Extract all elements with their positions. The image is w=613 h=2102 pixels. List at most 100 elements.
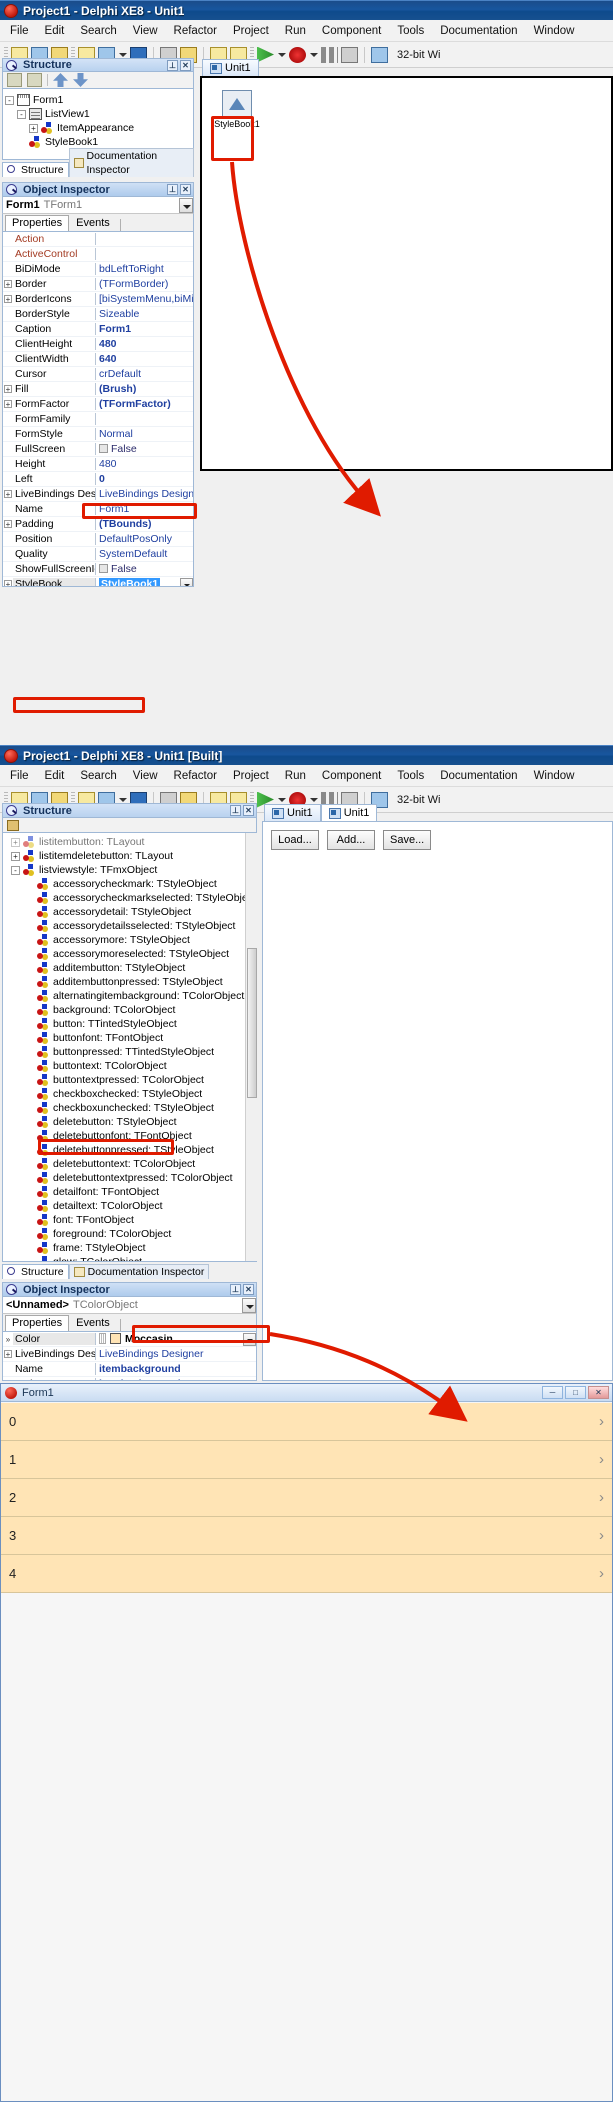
tab-documentation-inspector[interactable]: Documentation Inspector <box>68 148 194 177</box>
menu-tools[interactable]: Tools <box>397 25 424 37</box>
property-row[interactable]: Caption Form1 <box>3 322 193 337</box>
property-value[interactable]: False <box>96 563 193 575</box>
form1-close-button[interactable]: ✕ <box>588 1386 609 1399</box>
checkbox-icon[interactable] <box>99 444 108 453</box>
tab-properties-2[interactable]: Properties <box>5 1315 70 1331</box>
property-value[interactable]: LiveBindings Designer <box>96 488 193 500</box>
oi2-pin-icon[interactable]: ⊥ <box>230 1284 241 1295</box>
menu-window[interactable]: Window <box>534 25 575 37</box>
pin-icon[interactable]: ⊥ <box>167 59 178 71</box>
property-row[interactable]: ShowFullScreenIconFalse <box>3 562 193 577</box>
property-value[interactable]: (Brush) <box>96 383 193 395</box>
menu2-view[interactable]: View <box>133 770 158 782</box>
tree-expander-icon[interactable]: - <box>17 109 26 119</box>
tree-node[interactable]: deletebuttonpressed: TStyleObject <box>5 1143 254 1157</box>
property-value[interactable]: Sizeable <box>96 308 193 320</box>
tree-node[interactable]: + ItemAppearance <box>5 121 191 135</box>
property-value[interactable]: SystemDefault <box>96 548 193 560</box>
checkbox-icon[interactable] <box>99 564 108 573</box>
tree-expander-icon[interactable]: + <box>11 837 20 847</box>
menu-component[interactable]: Component <box>322 25 381 37</box>
list-item[interactable]: 1 › <box>1 1441 612 1479</box>
tree-node[interactable]: detailfont: TFontObject <box>5 1185 254 1199</box>
property-expander-icon[interactable]: + <box>3 399 13 409</box>
designer-tab-unit1-a[interactable]: Unit1 <box>264 804 321 821</box>
property-value[interactable]: itembackground <box>96 1363 256 1375</box>
property-row[interactable]: +BorderIcons[biSystemMenu,biMinimize,biM <box>3 292 193 307</box>
tree-node[interactable]: - listviewstyle: TFmxObject <box>5 863 254 877</box>
oi2-close-icon[interactable]: ✕ <box>243 1284 254 1295</box>
tree-node[interactable]: deletebuttontext: TColorObject <box>5 1157 254 1171</box>
menu2-file[interactable]: File <box>10 770 29 782</box>
load-button[interactable]: Load... <box>271 830 319 850</box>
property-row[interactable]: ClientHeight 480 <box>3 337 193 352</box>
menu2-edit[interactable]: Edit <box>45 770 65 782</box>
close-icon[interactable]: ✕ <box>180 59 191 71</box>
property-row[interactable]: BorderStyle Sizeable <box>3 307 193 322</box>
property-expander-icon[interactable]: + <box>3 1349 13 1359</box>
property-row[interactable]: Name itembackground <box>3 1362 256 1377</box>
menu-search[interactable]: Search <box>80 25 116 37</box>
tab-events[interactable]: Events <box>70 216 116 231</box>
menu2-project[interactable]: Project <box>233 770 269 782</box>
property-row[interactable]: ActiveControl <box>3 247 193 262</box>
property-value[interactable]: Form1 <box>96 323 193 335</box>
property-row[interactable]: Cursor crDefault <box>3 367 193 382</box>
property-row[interactable]: + Border (TFormBorder) <box>3 277 193 292</box>
close-icon-2[interactable]: ✕ <box>243 805 254 816</box>
menu-refactor[interactable]: Refactor <box>174 25 217 37</box>
move-down-icon[interactable] <box>73 73 88 87</box>
tree-node[interactable]: buttonpressed: TTintedStyleObject <box>5 1045 254 1059</box>
object-selector-dropdown-icon[interactable] <box>179 197 193 213</box>
color-dropdown-icon[interactable] <box>243 1332 256 1346</box>
property-expander-icon[interactable]: + <box>3 489 13 499</box>
list-item[interactable]: 3 › <box>1 1517 612 1555</box>
tree-node[interactable]: font: TFontObject <box>5 1213 254 1227</box>
property-value[interactable]: 480 <box>96 458 193 470</box>
property-row[interactable]: Name Form1 <box>3 502 193 517</box>
menu-documentation[interactable]: Documentation <box>440 25 517 37</box>
property-row[interactable]: FormStyle Normal <box>3 427 193 442</box>
property-row[interactable]: Quality SystemDefault <box>3 547 193 562</box>
tab-structure-2[interactable]: Structure <box>2 1264 69 1279</box>
tree-node[interactable]: additembutton: TStyleObject <box>5 961 254 975</box>
property-expander-icon[interactable]: + <box>3 519 13 529</box>
tree-node[interactable]: alternatingitembackground: TColorObject <box>5 989 254 1003</box>
designer-tab-unit1-b[interactable]: Unit1 <box>320 804 378 821</box>
property-row[interactable]: StyleNameitembackground <box>3 1377 256 1380</box>
property-row[interactable]: +LiveBindings DesignerLiveBindings Desig… <box>3 487 193 502</box>
tab-documentation-inspector-2[interactable]: Documentation Inspector <box>68 1264 210 1279</box>
tree-node[interactable]: accessorycheckmarkselected: TStyleObject <box>5 891 256 905</box>
menu-file[interactable]: File <box>10 25 29 37</box>
menu2-search[interactable]: Search <box>80 770 116 782</box>
tree-node[interactable]: accessorymoreselected: TStyleObject <box>5 947 254 961</box>
object-selector-dropdown-icon-2[interactable] <box>242 1297 256 1313</box>
menu2-run[interactable]: Run <box>285 770 306 782</box>
oi-pin-icon[interactable]: ⊥ <box>167 184 178 195</box>
structure-tree-bottom[interactable]: + listitembutton: TLayout + listitemdeleteb… <box>2 832 257 1262</box>
menu2-refactor[interactable]: Refactor <box>174 770 217 782</box>
menu2-component[interactable]: Component <box>322 770 381 782</box>
property-value[interactable]: False <box>96 443 193 455</box>
property-value[interactable]: (TFormBorder) <box>96 278 193 290</box>
property-row[interactable]: + StyleBook StyleBook1 <box>3 577 193 586</box>
property-row[interactable]: Position DefaultPosOnly <box>3 532 193 547</box>
tab-properties[interactable]: Properties <box>5 215 70 231</box>
form1-minimize-button[interactable]: ─ <box>542 1386 563 1399</box>
property-value[interactable]: LiveBindings Designer <box>96 1348 256 1360</box>
property-value[interactable]: (TFormFactor) <box>96 398 193 410</box>
property-value[interactable]: Form1 <box>96 503 193 515</box>
property-expander-icon[interactable]: + <box>3 384 13 394</box>
property-value-selected[interactable]: StyleBook1 <box>99 577 161 586</box>
menu2-tools[interactable]: Tools <box>397 770 424 782</box>
tree-expander-icon[interactable]: + <box>29 123 38 133</box>
menu-project[interactable]: Project <box>233 25 269 37</box>
property-value[interactable]: [biSystemMenu,biMinimize,biM <box>96 293 193 305</box>
list-item[interactable]: 4 › <box>1 1555 612 1593</box>
form1-maximize-button[interactable]: □ <box>565 1386 586 1399</box>
menu2-documentation[interactable]: Documentation <box>440 770 517 782</box>
tree-node[interactable]: deletebutton: TStyleObject <box>5 1115 254 1129</box>
tree-node[interactable]: detailtext: TColorObject <box>5 1199 254 1213</box>
property-value[interactable]: bdLeftToRight <box>96 263 193 275</box>
tree-node[interactable]: buttontext: TColorObject <box>5 1059 254 1073</box>
